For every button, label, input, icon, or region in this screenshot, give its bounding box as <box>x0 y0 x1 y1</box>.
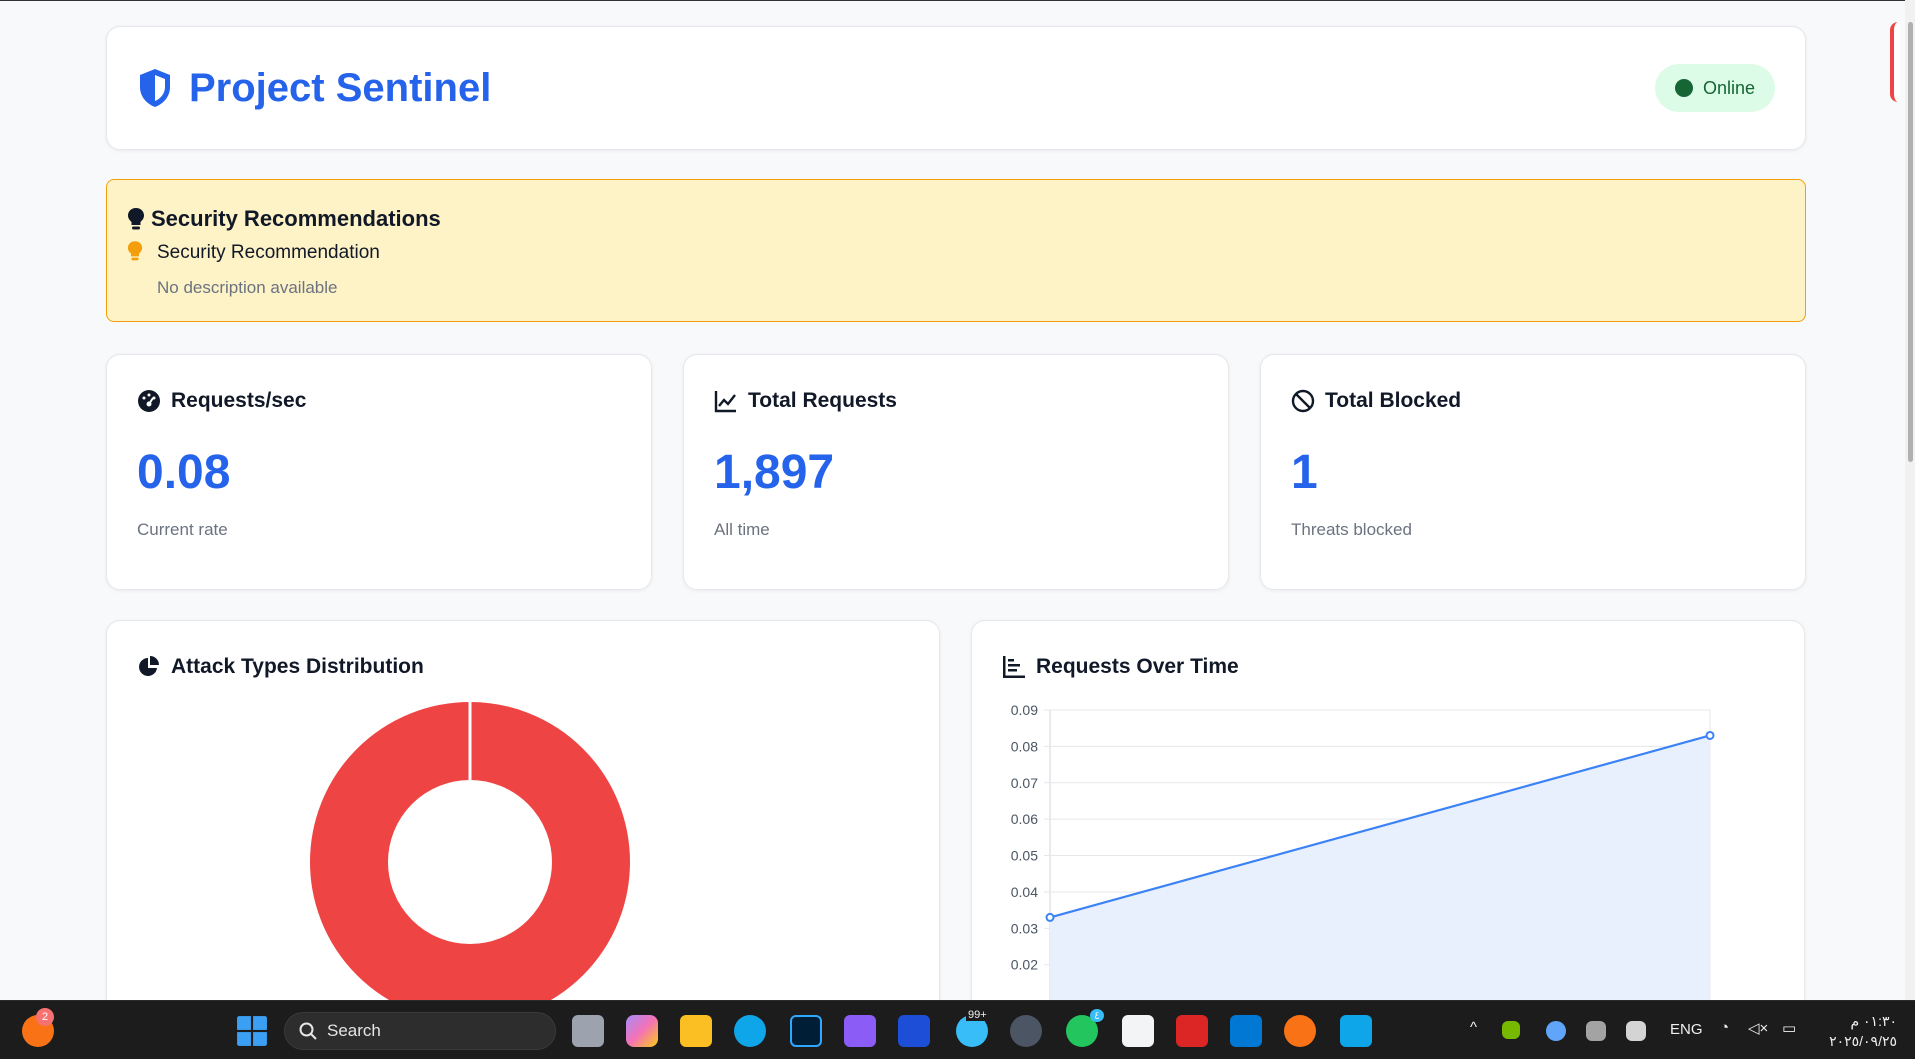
volume-muted-icon[interactable]: ◁× <box>1748 1019 1768 1037</box>
pie-chart-icon <box>139 656 159 676</box>
chevron-up-icon[interactable]: ^ <box>1470 1019 1477 1036</box>
stat-value: 1,897 <box>714 446 835 499</box>
ban-icon <box>1291 389 1315 413</box>
shield-icon <box>140 69 170 107</box>
attack-types-donut-chart <box>310 702 630 1022</box>
photoshop-icon[interactable] <box>790 1015 822 1047</box>
y-tick-label: 0.06 <box>1011 811 1038 827</box>
language-indicator[interactable]: ENG <box>1670 1021 1703 1038</box>
pdf-icon[interactable] <box>1122 1015 1154 1047</box>
y-tick-label: 0.07 <box>1011 775 1038 791</box>
requests-over-time-card: Requests Over Time 0.09 0.08 0.07 0.06 0.05 0… <box>971 620 1805 1040</box>
wifi-icon[interactable]: ◔ <box>1720 1019 1729 1036</box>
security-recommendations: Security Recommendations Security Recomm… <box>106 179 1806 322</box>
taskbar-clock[interactable]: ٠١:٣٠ م ٢٠٢٥/٠٩/٢٥ <box>1829 1011 1897 1051</box>
page-title: Project Sentinel <box>189 65 492 110</box>
recommendations-heading: Security Recommendations <box>127 206 1785 232</box>
data-point <box>1705 730 1715 740</box>
task-view-icon[interactable] <box>572 1015 604 1047</box>
bar-list-icon <box>1003 656 1025 678</box>
battery-icon[interactable]: ▭ <box>1782 1019 1796 1037</box>
clock-date: ٢٠٢٥/٠٩/٢٥ <box>1829 1033 1897 1049</box>
windows-taskbar: 2 Search 99+ ٤ ^ ENG ◔ ◁× ▭ ٠١:٣٠ م ٢٠٢٥… <box>0 1000 1915 1059</box>
whatsapp-badge: ٤ <box>1090 1009 1104 1022</box>
taskbar-search[interactable]: Search <box>284 1012 556 1050</box>
status-badge: Online <box>1654 64 1775 112</box>
tray-app-icon[interactable] <box>1546 1021 1566 1041</box>
attack-types-card: Attack Types Distribution <box>106 620 940 1040</box>
stat-subtitle: Current rate <box>137 520 228 539</box>
scrollbar-thumb[interactable] <box>1908 22 1913 462</box>
lightbulb-icon <box>128 208 144 230</box>
requests-line-chart: 0.09 0.08 0.07 0.06 0.05 0.04 0.03 0.02 <box>1011 702 1715 1021</box>
tray-app-icon-2[interactable] <box>1586 1021 1606 1041</box>
notification-edge <box>1890 22 1900 102</box>
status-text: Online <box>1702 77 1755 98</box>
list-item: Security Recommendation No description a… <box>127 241 1785 298</box>
y-tick-label: 0.03 <box>1011 920 1038 936</box>
clock-time: ٠١:٣٠ م <box>1850 1013 1897 1029</box>
status-dot-icon <box>1674 79 1693 97</box>
y-tick-label: 0.04 <box>1011 884 1038 900</box>
y-tick-label: 0.08 <box>1011 738 1038 754</box>
stat-card-total-blocked: Total Blocked 1 Threats blocked <box>1260 354 1806 590</box>
recommendation-description: No description available <box>157 278 338 297</box>
wps-office-icon[interactable] <box>1176 1015 1208 1047</box>
brand: Project Sentinel <box>137 66 491 111</box>
search-placeholder: Search <box>327 1021 381 1040</box>
search-icon <box>299 1022 317 1040</box>
stat-value: 0.08 <box>137 446 231 499</box>
vscode-icon[interactable] <box>1230 1015 1262 1047</box>
stat-value: 1 <box>1291 446 1318 499</box>
stat-label: Total Blocked <box>1325 389 1462 412</box>
stat-label: Total Requests <box>748 389 897 412</box>
copilot-icon[interactable] <box>626 1015 658 1047</box>
stat-card-total-requests: Total Requests 1,897 All time <box>683 354 1229 590</box>
y-tick-label: 0.09 <box>1011 702 1038 718</box>
telegram-badge: 99+ <box>966 1009 989 1021</box>
data-point <box>1045 912 1055 922</box>
windows-start-icon[interactable] <box>236 1015 268 1047</box>
stat-label: Requests/sec <box>171 389 307 412</box>
lightbulb-icon <box>127 241 143 261</box>
chart-title: Attack Types Distribution <box>171 655 424 678</box>
area-fill <box>1050 735 1710 1021</box>
app-icon[interactable] <box>898 1015 930 1047</box>
obs-icon[interactable] <box>1010 1015 1042 1047</box>
line-chart-icon <box>714 391 736 413</box>
gauge-icon <box>138 390 160 412</box>
stat-subtitle: Threats blocked <box>1291 520 1412 539</box>
chart-title: Requests Over Time <box>1036 655 1239 678</box>
window-top-border <box>0 0 1915 1</box>
stat-subtitle: All time <box>714 520 770 539</box>
widgets-badge: 2 <box>36 1008 54 1026</box>
visual-studio-icon[interactable] <box>844 1015 876 1047</box>
tray-app-icon-3[interactable] <box>1626 1021 1646 1041</box>
virtual-desktop-icon[interactable] <box>1340 1015 1372 1047</box>
y-tick-label: 0.02 <box>1011 957 1038 973</box>
file-explorer-icon[interactable] <box>680 1015 712 1047</box>
header-card: Project Sentinel Online <box>106 26 1806 150</box>
nvidia-icon[interactable] <box>1502 1021 1520 1039</box>
y-tick-label: 0.05 <box>1011 848 1038 864</box>
firefox-icon[interactable] <box>1284 1015 1316 1047</box>
stat-card-requests-per-sec: Requests/sec 0.08 Current rate <box>106 354 652 590</box>
recommendation-title: Security Recommendation <box>157 242 380 263</box>
edge-browser-icon[interactable] <box>734 1015 766 1047</box>
